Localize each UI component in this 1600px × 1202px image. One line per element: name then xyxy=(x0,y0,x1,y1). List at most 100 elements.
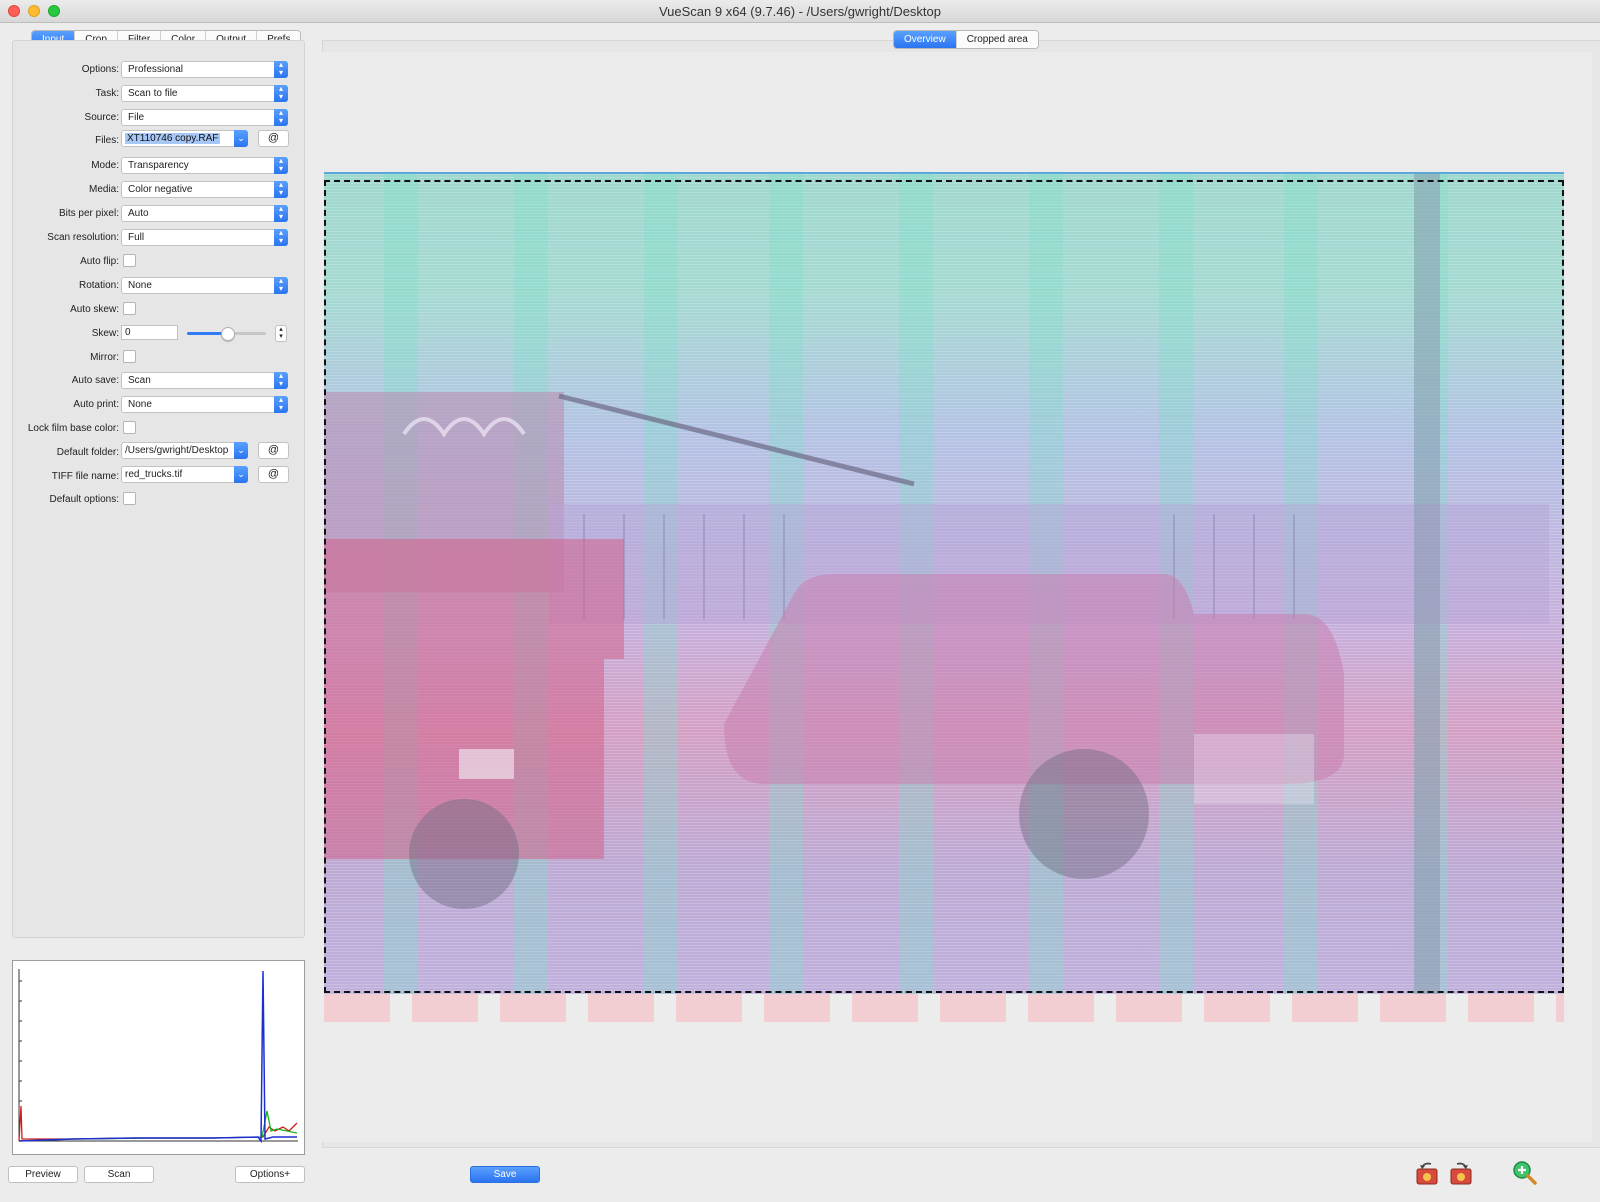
zoom-in-icon[interactable] xyxy=(1512,1160,1538,1186)
default-folder-at-button[interactable]: @ xyxy=(258,442,289,459)
scan-button[interactable]: Scan xyxy=(84,1166,154,1183)
files-value[interactable]: XT110746 copy.RAF xyxy=(125,133,221,144)
media-label: Media: xyxy=(88,184,119,195)
media-value: Color negative xyxy=(128,184,193,195)
default-folder-value[interactable]: /Users/gwright/Desktop xyxy=(125,445,228,456)
tiff-file-name-combo[interactable]: red_trucks.tif ⌄ xyxy=(121,466,248,483)
rotate-right-icon[interactable] xyxy=(1448,1160,1474,1186)
rotation-value: None xyxy=(128,280,152,291)
scan-resolution-value: Full xyxy=(128,232,145,243)
bits-per-pixel-label: Bits per pixel: xyxy=(58,208,119,219)
histogram xyxy=(12,960,305,1155)
source-select[interactable]: File ▴ ▾ xyxy=(121,109,288,126)
histogram-red-channel xyxy=(18,1105,298,1142)
files-at-button[interactable]: @ xyxy=(258,130,289,147)
lock-film-base-color-checkbox[interactable] xyxy=(123,421,136,434)
options-value: Professional xyxy=(128,64,184,75)
tiff-file-name-label: TIFF file name: xyxy=(51,471,119,482)
up-down-arrows-icon: ▴ ▾ xyxy=(274,277,288,294)
rotation-row: Rotation: None ▴ ▾ xyxy=(13,277,304,295)
skew-label: Skew: xyxy=(91,328,119,339)
tiff-file-name-row: TIFF file name: red_trucks.tif ⌄ @ xyxy=(13,466,304,484)
up-down-arrows-icon: ▴ ▾ xyxy=(274,85,288,102)
auto-skew-checkbox[interactable] xyxy=(123,302,136,315)
scan-resolution-select[interactable]: Full ▴ ▾ xyxy=(121,229,288,246)
rotation-label: Rotation: xyxy=(78,280,119,291)
skew-input[interactable]: 0 xyxy=(121,325,178,340)
tab-cropped-area[interactable]: Cropped area xyxy=(956,31,1038,48)
source-row: Source: File ▴ ▾ xyxy=(13,109,304,127)
mirror-checkbox[interactable] xyxy=(123,350,136,363)
chevron-down-icon[interactable]: ⌄ xyxy=(234,442,248,459)
auto-save-value: Scan xyxy=(128,375,151,386)
save-button[interactable]: Save xyxy=(470,1166,540,1183)
files-combo[interactable]: XT110746 copy.RAF ⌄ xyxy=(121,130,248,147)
mode-value: Transparency xyxy=(128,160,189,171)
up-down-arrows-icon: ▴ ▾ xyxy=(274,181,288,198)
bits-per-pixel-row: Bits per pixel: Auto ▴ ▾ xyxy=(13,205,304,223)
mode-row: Mode: Transparency ▴ ▾ xyxy=(13,157,304,175)
tiff-file-name-value[interactable]: red_trucks.tif xyxy=(125,469,182,480)
media-row: Media: Color negative ▴ ▾ xyxy=(13,181,304,199)
auto-save-label: Auto save: xyxy=(71,375,119,386)
up-down-arrows-icon: ▴ ▾ xyxy=(274,396,288,413)
preview-button[interactable]: Preview xyxy=(8,1166,78,1183)
histogram-blue-channel xyxy=(18,970,297,1144)
bits-per-pixel-select[interactable]: Auto ▴ ▾ xyxy=(121,205,288,222)
options-label: Options: xyxy=(81,64,119,75)
view-tab-bar: Overview Cropped area xyxy=(893,30,1039,49)
mirror-label: Mirror: xyxy=(90,352,119,363)
default-options-row: Default options: xyxy=(13,491,304,509)
up-down-arrows-icon: ▴ ▾ xyxy=(274,372,288,389)
skew-stepper[interactable]: ▴ ▾ xyxy=(275,325,287,342)
auto-print-select[interactable]: None ▴ ▾ xyxy=(121,396,288,413)
crop-selection-box[interactable] xyxy=(324,180,1564,993)
chevron-down-icon[interactable]: ⌄ xyxy=(234,130,248,147)
task-select[interactable]: Scan to file ▴ ▾ xyxy=(121,85,288,102)
tab-overview[interactable]: Overview xyxy=(894,31,957,48)
skew-row: Skew: 0 ▴ ▾ xyxy=(13,325,304,343)
task-value: Scan to file xyxy=(128,88,178,99)
default-folder-row: Default folder: /Users/gwright/Desktop ⌄… xyxy=(13,442,304,460)
options-select[interactable]: Professional ▴ ▾ xyxy=(121,61,288,78)
auto-flip-checkbox[interactable] xyxy=(123,254,136,267)
default-folder-combo[interactable]: /Users/gwright/Desktop ⌄ xyxy=(121,442,248,459)
auto-print-value: None xyxy=(128,399,152,410)
up-down-arrows-icon: ▴ ▾ xyxy=(274,157,288,174)
up-down-arrows-icon: ▴ ▾ xyxy=(274,109,288,126)
chevron-down-icon[interactable]: ⌄ xyxy=(234,466,248,483)
scan-resolution-label: Scan resolution: xyxy=(47,232,119,243)
title-bar: VueScan 9 x64 (9.7.46) - /Users/gwright/… xyxy=(0,0,1600,23)
up-down-arrows-icon: ▴ ▾ xyxy=(274,61,288,78)
lock-film-base-color-row: Lock film base color: xyxy=(13,420,304,438)
tiff-file-name-at-button[interactable]: @ xyxy=(258,466,289,483)
scan-resolution-row: Scan resolution: Full ▴ ▾ xyxy=(13,229,304,247)
rotate-left-icon[interactable] xyxy=(1414,1160,1440,1186)
default-options-checkbox[interactable] xyxy=(123,492,136,505)
auto-flip-label: Auto flip: xyxy=(80,256,119,267)
options-plus-button[interactable]: Options+ xyxy=(235,1166,305,1183)
auto-print-row: Auto print: None ▴ ▾ xyxy=(13,396,304,414)
default-folder-label: Default folder: xyxy=(56,447,119,458)
bits-per-pixel-value: Auto xyxy=(128,208,149,219)
media-select[interactable]: Color negative ▴ ▾ xyxy=(121,181,288,198)
source-label: Source: xyxy=(84,112,119,123)
skew-slider[interactable] xyxy=(187,327,266,341)
auto-flip-row: Auto flip: xyxy=(13,253,304,271)
auto-save-select[interactable]: Scan ▴ ▾ xyxy=(121,372,288,389)
preview-image-bottom-strip xyxy=(324,994,1564,1022)
mode-select[interactable]: Transparency ▴ ▾ xyxy=(121,157,288,174)
auto-skew-label: Auto skew: xyxy=(70,304,119,315)
lock-film-base-color-label: Lock film base color: xyxy=(27,423,119,434)
mirror-row: Mirror: xyxy=(13,349,304,367)
mode-label: Mode: xyxy=(91,160,119,171)
up-down-arrows-icon: ▴ ▾ xyxy=(274,229,288,246)
auto-print-label: Auto print: xyxy=(73,399,119,410)
skew-slider-knob[interactable] xyxy=(221,327,235,341)
task-row: Task: Scan to file ▴ ▾ xyxy=(13,85,304,103)
histogram-plot xyxy=(18,969,298,1144)
rotation-select[interactable]: None ▴ ▾ xyxy=(121,277,288,294)
input-settings-panel: Options: Professional ▴ ▾ Task: Scan to f… xyxy=(12,40,305,938)
up-down-arrows-icon: ▴ ▾ xyxy=(274,205,288,222)
default-options-label: Default options: xyxy=(49,494,120,505)
